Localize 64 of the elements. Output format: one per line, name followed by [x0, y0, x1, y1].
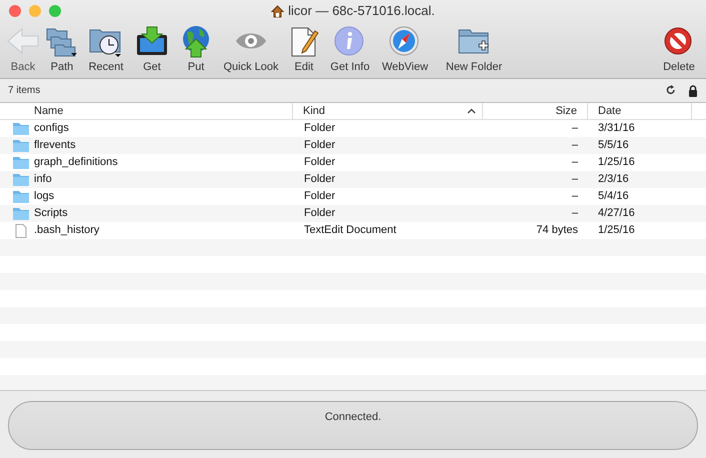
delete-button[interactable]: Delete	[656, 25, 702, 74]
file-kind: Folder	[303, 189, 336, 204]
file-size: –	[570, 155, 579, 170]
file-date: 2/3/16	[597, 172, 630, 188]
file-row[interactable]: graph_definitions Folder – 1/25/16	[0, 154, 706, 171]
column-header[interactable]: Date	[588, 103, 692, 120]
file-name: info	[34, 172, 52, 188]
file-row[interactable]: configs Folder – 3/31/16	[0, 120, 706, 137]
folder-icon	[12, 190, 30, 204]
column-header[interactable]: Kind	[293, 103, 483, 120]
folder-icon	[12, 156, 30, 170]
file-row[interactable]: Scripts Folder – 4/27/16	[0, 205, 706, 222]
put-button[interactable]: Put	[174, 25, 218, 74]
folder-icon	[12, 138, 30, 152]
file-row[interactable]: logs Folder – 5/4/16	[0, 188, 706, 205]
file-size: –	[570, 206, 579, 222]
file-kind: Folder	[303, 155, 336, 170]
file-name: Scripts	[34, 206, 68, 222]
close-button[interactable]	[9, 5, 21, 17]
file-size: –	[570, 121, 579, 136]
refresh-icon	[666, 85, 676, 96]
file-name: graph_definitions	[34, 155, 118, 170]
path-button[interactable]: Path	[42, 25, 82, 74]
file-size: 74 bytes	[535, 223, 579, 238]
lock-icon	[688, 84, 698, 96]
file-size: –	[570, 189, 579, 204]
file-date: 5/5/16	[597, 138, 630, 154]
file-row[interactable]: info Folder – 2/3/16	[0, 171, 706, 188]
home-icon	[271, 4, 284, 18]
info-button[interactable]: Get Info	[324, 25, 376, 74]
webview-button[interactable]: WebView	[376, 25, 434, 74]
file-name: .bash_history	[34, 223, 100, 238]
file-date: 1/25/16	[597, 223, 636, 238]
recent-button[interactable]: Recent	[82, 25, 130, 74]
zoom-button[interactable]	[49, 5, 61, 17]
file-size: –	[570, 138, 579, 154]
file-date: 1/25/16	[597, 155, 636, 170]
file-kind: Folder	[303, 206, 336, 222]
folder-icon	[12, 206, 30, 220]
edit-button[interactable]: Edit	[284, 25, 324, 74]
file-kind: TextEdit Document	[303, 223, 398, 238]
file-kind: Folder	[303, 121, 336, 136]
file-row[interactable]: flrevents Folder – 5/5/16	[0, 137, 706, 154]
status-panel: Connected.	[8, 401, 698, 450]
file-date: 5/4/16	[597, 189, 630, 204]
window-title: licor — 68c-571016.local.	[288, 2, 435, 20]
file-name: flrevents	[34, 138, 76, 154]
folder-icon	[12, 122, 30, 136]
column-header[interactable]: Name	[0, 103, 293, 120]
file-row[interactable]: .bash_history TextEdit Document 74 bytes 1/25/16	[0, 222, 706, 239]
folder-icon	[12, 172, 30, 186]
item-count: 7 items	[8, 84, 40, 98]
quicklook-button[interactable]: Quick Look	[218, 25, 284, 74]
file-date: 3/31/16	[597, 121, 636, 136]
file-kind: Folder	[303, 138, 336, 154]
file-kind: Folder	[303, 172, 336, 188]
column-header[interactable]: Size	[483, 103, 588, 120]
get-button[interactable]: Get	[130, 25, 174, 74]
minimize-button[interactable]	[29, 5, 41, 17]
file-name: configs	[34, 121, 69, 136]
newfolder-button[interactable]: New Folder	[434, 25, 514, 74]
file-size: –	[570, 172, 579, 188]
file-date: 4/27/16	[597, 206, 636, 222]
file-name: logs	[34, 189, 54, 204]
